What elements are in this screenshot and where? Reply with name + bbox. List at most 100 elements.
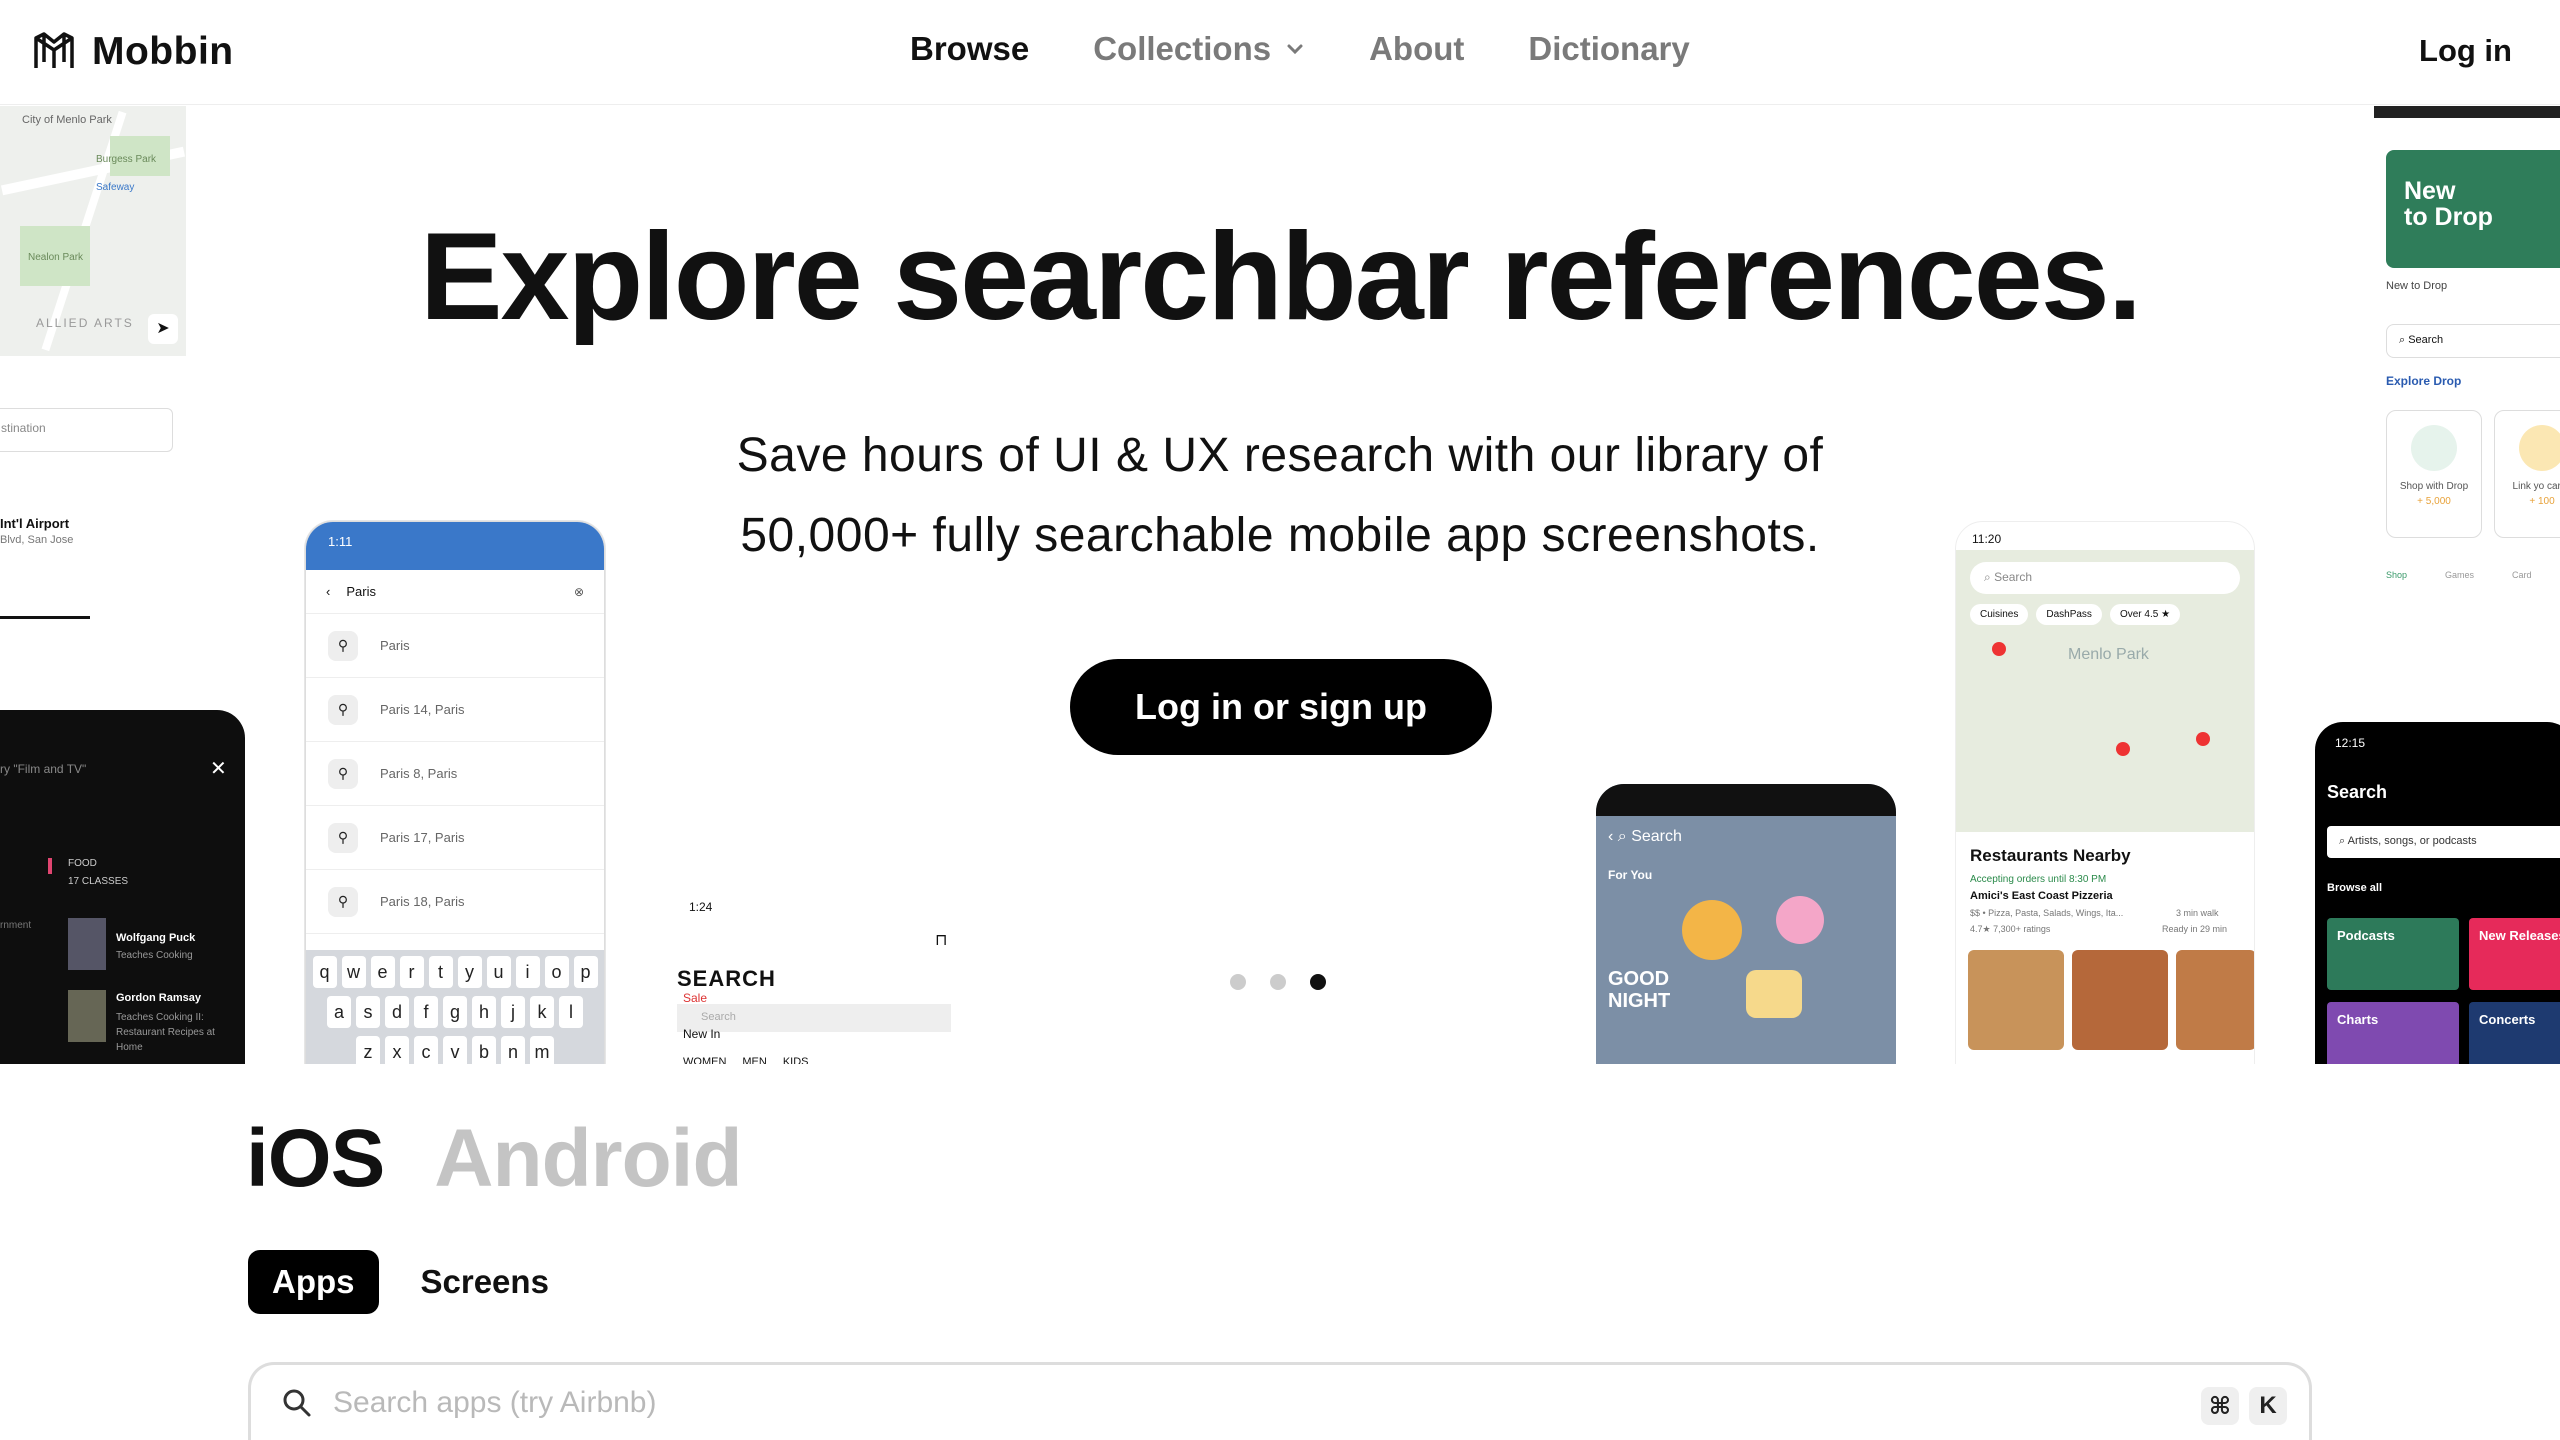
nav-collections[interactable]: Collections bbox=[1093, 30, 1305, 68]
keyboard-key[interactable]: g bbox=[443, 996, 467, 1028]
keyboard-key[interactable]: t bbox=[428, 956, 453, 988]
keyboard-key[interactable]: h bbox=[472, 996, 496, 1028]
map-pin bbox=[1992, 642, 2006, 656]
back-icon[interactable]: ‹ bbox=[326, 584, 330, 599]
platform-android[interactable]: Android bbox=[434, 1112, 742, 1206]
destination-field[interactable]: stination bbox=[0, 408, 173, 452]
brand-logo[interactable]: Mobbin bbox=[30, 28, 234, 76]
pin-icon: ⚲ bbox=[328, 822, 358, 853]
restaurants-heading: Restaurants Nearby bbox=[1970, 846, 2131, 865]
keyboard-key[interactable]: o bbox=[544, 956, 569, 988]
drop-app-card[interactable]: New to Drop New to Drop ⌕ Search Explore… bbox=[2374, 106, 2560, 626]
keyboard-key[interactable]: i bbox=[515, 956, 540, 988]
clear-icon[interactable]: ⊗ bbox=[574, 585, 584, 599]
keyboard-key[interactable]: k bbox=[530, 996, 554, 1028]
bag-icon[interactable]: ⊓ bbox=[935, 930, 947, 950]
chip-dashpass[interactable]: DashPass bbox=[2036, 604, 2102, 625]
tab-men[interactable]: MEN bbox=[742, 1056, 766, 1064]
drop-tile[interactable]: Shop with Drop + 5,000 bbox=[2386, 410, 2482, 538]
genre-tile[interactable]: Concerts bbox=[2469, 1002, 2560, 1064]
carousel-dot[interactable] bbox=[1270, 974, 1286, 990]
genre-tile[interactable]: Charts bbox=[2327, 1002, 2459, 1064]
carousel-dot-active[interactable] bbox=[1310, 974, 1326, 990]
keyboard-key[interactable]: c bbox=[414, 1036, 438, 1064]
close-icon[interactable]: ✕ bbox=[210, 756, 227, 781]
list-item-label: Paris 8, Paris bbox=[380, 766, 458, 781]
list-item[interactable]: ⚲ Paris 17, Paris bbox=[306, 806, 604, 870]
food-image bbox=[2176, 950, 2254, 1050]
drop-tile-label: Link yo cards bbox=[2512, 481, 2560, 492]
filter-chips: Cuisines DashPass Over 4.5 ★ bbox=[1970, 604, 2181, 625]
keyboard-key[interactable]: l bbox=[559, 996, 583, 1028]
chip-cuisines[interactable]: Cuisines bbox=[1970, 604, 2029, 625]
list-item[interactable]: ⚲ Paris 14, Paris bbox=[306, 678, 604, 742]
map-label: Menlo Park bbox=[2068, 646, 2149, 663]
airport-address: Blvd, San Jose bbox=[0, 534, 74, 546]
keyboard-key[interactable]: x bbox=[385, 1036, 409, 1064]
keyboard-key[interactable]: f bbox=[414, 996, 438, 1028]
app-search-bar[interactable]: ⌘ K bbox=[248, 1362, 2312, 1440]
genre-tile[interactable]: New Releases bbox=[2469, 918, 2560, 990]
keyboard-key[interactable]: d bbox=[385, 996, 409, 1028]
drop-tab-shop[interactable]: Shop bbox=[2386, 570, 2407, 580]
chip-rating[interactable]: Over 4.5 ★ bbox=[2109, 604, 2181, 625]
drop-tile[interactable]: Link yo cards + 100 bbox=[2494, 410, 2560, 538]
drop-tab-card[interactable]: Card bbox=[2512, 570, 2532, 580]
keyboard-key[interactable]: y bbox=[457, 956, 482, 988]
music-search-field[interactable]: ⌕ Artists, songs, or podcasts bbox=[2327, 826, 2560, 858]
keyboard-key[interactable]: q bbox=[312, 956, 337, 988]
shop-row-new[interactable]: New In bbox=[683, 1027, 720, 1041]
restaurant-search-field[interactable]: ⌕ Search bbox=[1970, 562, 2240, 594]
keyboard-key[interactable]: p bbox=[573, 956, 598, 988]
search-input[interactable] bbox=[333, 1385, 2033, 1420]
restaurant-search-card[interactable]: 11:20 ⌕ Search Cuisines DashPass Over 4.… bbox=[1955, 521, 2255, 1064]
tab-kids[interactable]: KIDS bbox=[783, 1056, 809, 1064]
nav-dictionary[interactable]: Dictionary bbox=[1528, 30, 1689, 68]
sticker-search-card[interactable]: ‹ ⌕ Search For You GOOD NIGHT bbox=[1596, 784, 1896, 1064]
genre-tile[interactable]: Podcasts bbox=[2327, 918, 2459, 990]
keyboard-key[interactable]: w bbox=[341, 956, 366, 988]
sticker-section: For You bbox=[1608, 868, 1653, 882]
hero-section: City of Menlo Park Burgess Park Safeway … bbox=[0, 106, 2560, 1064]
signup-button[interactable]: Log in or sign up bbox=[1070, 659, 1492, 755]
list-item[interactable]: ⚲ Paris 18, Paris bbox=[306, 870, 604, 934]
keyboard-key[interactable]: u bbox=[486, 956, 511, 988]
keyboard-key[interactable]: m bbox=[530, 1036, 554, 1064]
music-search-placeholder: Artists, songs, or podcasts bbox=[2347, 835, 2477, 847]
nav-about[interactable]: About bbox=[1369, 30, 1464, 68]
keyboard-key[interactable]: b bbox=[472, 1036, 496, 1064]
hero-subtitle-line2: 50,000+ fully searchable mobile app scre… bbox=[740, 509, 1820, 562]
login-link[interactable]: Log in bbox=[2419, 33, 2512, 69]
keyboard-key[interactable]: a bbox=[327, 996, 351, 1028]
restaurant-name: Amici's East Coast Pizzeria bbox=[1970, 890, 2113, 902]
shop-row-sale[interactable]: Sale bbox=[683, 991, 707, 1005]
instructor-sub: Teaches Cooking II: Restaurant Recipes a… bbox=[116, 1012, 215, 1053]
tab-apps[interactable]: Apps bbox=[248, 1250, 379, 1314]
platform-ios[interactable]: iOS bbox=[246, 1112, 385, 1206]
nav-browse[interactable]: Browse bbox=[910, 30, 1029, 68]
content-tabs: Apps Screens bbox=[248, 1250, 573, 1314]
keyboard-key[interactable]: z bbox=[356, 1036, 380, 1064]
keyboard-key[interactable]: s bbox=[356, 996, 380, 1028]
genre-label: New Releases bbox=[2479, 928, 2560, 943]
keyboard-key[interactable]: n bbox=[501, 1036, 525, 1064]
location-search-field[interactable]: ‹ Paris ⊗ bbox=[306, 570, 604, 614]
restaurant-rating: 4.7★ 7,300+ ratings bbox=[1970, 924, 2051, 934]
hero-subtitle-line1: Save hours of UI & UX research with our … bbox=[736, 429, 1824, 482]
classes-preview-card[interactable]: ry "Film and TV" ✕ rnment FOOD 17 CLASSE… bbox=[0, 710, 245, 1064]
sticker-search-field[interactable]: ‹ ⌕ Search bbox=[1608, 828, 1682, 846]
keyboard-key[interactable]: v bbox=[443, 1036, 467, 1064]
tab-screens[interactable]: Screens bbox=[397, 1250, 573, 1314]
drop-tab-games[interactable]: Games bbox=[2445, 570, 2474, 580]
list-item[interactable]: ⚲ Paris bbox=[306, 614, 604, 678]
keyboard-key[interactable]: e bbox=[370, 956, 395, 988]
music-search-card[interactable]: 12:15 Search ⌕ Artists, songs, or podcas… bbox=[2315, 722, 2560, 1064]
location-search-card[interactable]: 1:11 ‹ Paris ⊗ ⚲ Paris ⚲ Paris 14, Paris ⚲… bbox=[305, 521, 605, 1064]
tab-women[interactable]: WOMEN bbox=[683, 1056, 726, 1064]
keyboard-key[interactable]: r bbox=[399, 956, 424, 988]
genre-label: Podcasts bbox=[2337, 928, 2395, 943]
keyboard-key[interactable]: j bbox=[501, 996, 525, 1028]
map-label: Burgess Park bbox=[96, 154, 157, 165]
carousel-dot[interactable] bbox=[1230, 974, 1246, 990]
list-item[interactable]: ⚲ Paris 8, Paris bbox=[306, 742, 604, 806]
